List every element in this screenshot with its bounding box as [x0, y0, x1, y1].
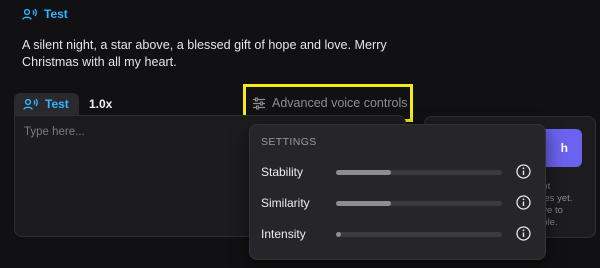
- slider-fill: [336, 169, 391, 175]
- speed-selector[interactable]: 1.0x: [89, 97, 112, 111]
- generate-button-label: h: [560, 141, 568, 155]
- slider-fill: [336, 231, 341, 237]
- info-icon[interactable]: [516, 164, 531, 179]
- stability-slider[interactable]: [336, 169, 502, 175]
- intensity-slider[interactable]: [336, 231, 502, 237]
- setting-label: Stability: [261, 165, 304, 179]
- selected-voice-name: Test: [44, 7, 68, 21]
- setting-label: Intensity: [261, 227, 306, 241]
- settings-popover: SETTINGS Stability Similarity Intensity: [249, 124, 546, 260]
- slider-fill: [336, 200, 391, 206]
- info-icon[interactable]: [516, 195, 531, 210]
- setting-row-stability: Stability: [261, 162, 536, 182]
- text-input-placeholder: Type here...: [24, 126, 85, 138]
- intro-text: A silent night, a star above, a blessed …: [22, 38, 387, 69]
- info-icon[interactable]: [516, 226, 531, 241]
- tab-voice[interactable]: Test: [14, 93, 79, 115]
- setting-label: Similarity: [261, 196, 310, 210]
- app-root: Test A silent night, a star above, a ble…: [0, 0, 600, 268]
- similarity-slider[interactable]: [336, 200, 502, 206]
- sliders-icon: [252, 97, 266, 110]
- setting-row-similarity: Similarity: [261, 193, 536, 213]
- voice-wave-icon: [23, 98, 39, 111]
- voice-wave-icon: [22, 8, 38, 21]
- settings-heading: SETTINGS: [261, 136, 317, 148]
- advanced-voice-controls-label: Advanced voice controls: [272, 96, 408, 110]
- setting-row-intensity: Intensity: [261, 224, 536, 244]
- tab-voice-label: Test: [45, 97, 69, 111]
- selected-voice[interactable]: Test: [22, 7, 68, 21]
